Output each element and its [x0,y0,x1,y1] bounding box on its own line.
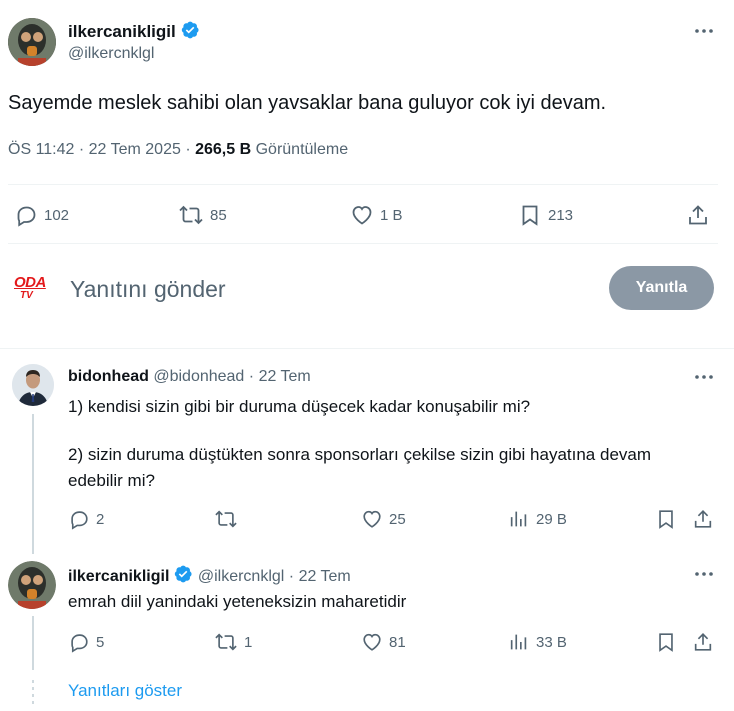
reply-text-line: 1) kendisi sizin gibi bir duruma düşecek… [68,397,531,416]
bookmark-icon [659,633,673,652]
like-action[interactable]: 1 B [350,203,403,227]
reply-author-handle[interactable]: @ilkercnklgl [198,568,284,585]
share-action[interactable] [692,508,714,530]
odatv-logo: ODA TV [14,274,52,302]
thread-line [32,616,34,670]
odatv-logo-bottom: TV [20,290,33,301]
like-count: 1 B [380,206,403,224]
views-action[interactable]: 29 B [508,508,567,530]
bookmark-action[interactable]: 213 [518,203,573,227]
meta-separator: · [248,368,259,385]
reply-icon [17,206,36,227]
retweet-action[interactable]: 1 [214,631,252,653]
share-icon [694,510,712,528]
author-handle[interactable]: @ilkercnklgl [68,45,154,63]
views-count: 29 B [536,510,567,528]
share-icon [694,633,712,651]
verified-badge-icon [181,21,199,39]
thread-dots [32,680,34,704]
more-options-icon[interactable] [693,563,715,585]
analytics-icon [510,634,527,650]
bookmark-count: 213 [548,206,574,224]
more-options-icon[interactable] [693,366,715,388]
thread-line [32,414,34,554]
reply-text: emrah diil yanindaki yeteneksizin mahare… [68,592,407,611]
tweet-time[interactable]: ÖS 11:42 [8,141,74,158]
bookmark-icon [659,510,673,529]
odatv-logo-top: ODA [14,274,46,291]
like-action[interactable]: 25 [361,508,406,530]
reply-date[interactable]: 22 Tem [299,568,351,585]
share-action[interactable] [686,203,710,227]
reply-count: 5 [96,633,105,651]
meta-separator: · [185,141,196,158]
share-action[interactable] [692,631,714,653]
person-avatar-icon [12,364,54,406]
more-options-icon[interactable] [693,20,715,42]
reply-text: 1) kendisi sizin gibi bir duruma düşecek… [68,394,698,494]
reply-action[interactable]: 5 [68,631,104,653]
show-replies-link[interactable]: Yanıtları göster [68,680,182,702]
author-avatar[interactable] [8,18,56,66]
retweet-icon [215,633,237,651]
views-count: 266,5 B [195,141,252,158]
reply-action[interactable]: 2 [68,508,104,530]
author-name[interactable]: ilkercanikligil [68,22,176,41]
reply-icon [71,634,88,653]
divider [8,243,718,244]
reply-date[interactable]: 22 Tem [259,368,311,385]
share-icon [689,205,707,225]
reply-avatar[interactable] [12,364,54,406]
reply-text-line: 2) sizin duruma düştükten sonra sponsorl… [68,445,652,490]
reply-count: 2 [96,510,105,528]
bookmark-action[interactable] [655,508,677,530]
reply-author-handle[interactable]: @bidonhead [153,368,244,385]
analytics-icon [510,511,527,527]
views-action[interactable]: 33 B [508,631,567,653]
views-count: 33 B [536,633,567,651]
reply-action[interactable]: 102 [14,203,69,227]
bookmark-icon [522,205,538,226]
tweet-text: Sayemde meslek sahibi olan yavsaklar ban… [8,92,607,114]
bookmark-action[interactable] [655,631,677,653]
meta-separator: · [78,141,89,158]
like-action[interactable]: 81 [361,631,406,653]
retweet-icon [215,510,237,528]
views-label: Görüntüleme [255,141,349,158]
like-count: 81 [389,633,406,651]
like-count: 25 [389,510,406,528]
section-divider [0,348,734,349]
reply-author-name[interactable]: bidonhead [68,368,149,385]
heart-icon [363,510,381,528]
retweet-icon [179,205,203,225]
reply-compose-input[interactable]: Yanıtını gönder [70,274,590,304]
gas-mask-avatar-icon [8,18,56,66]
heart-icon [363,633,381,651]
meta-separator: · [288,568,299,585]
gas-mask-avatar-icon [8,561,56,609]
retweet-count: 85 [210,206,227,224]
reply-count: 102 [44,206,70,224]
reply-avatar[interactable] [8,561,56,609]
retweet-action[interactable] [214,508,244,530]
reply-author-name[interactable]: ilkercanikligil [68,568,169,585]
tweet-date[interactable]: 22 Tem 2025 [89,141,181,158]
retweet-action[interactable]: 85 [178,203,227,227]
reply-icon [71,511,88,530]
heart-icon [352,206,372,225]
retweet-count: 1 [244,633,253,651]
verified-badge-icon [175,565,192,583]
divider [8,184,718,185]
reply-submit-button[interactable]: Yanıtla [609,266,714,310]
